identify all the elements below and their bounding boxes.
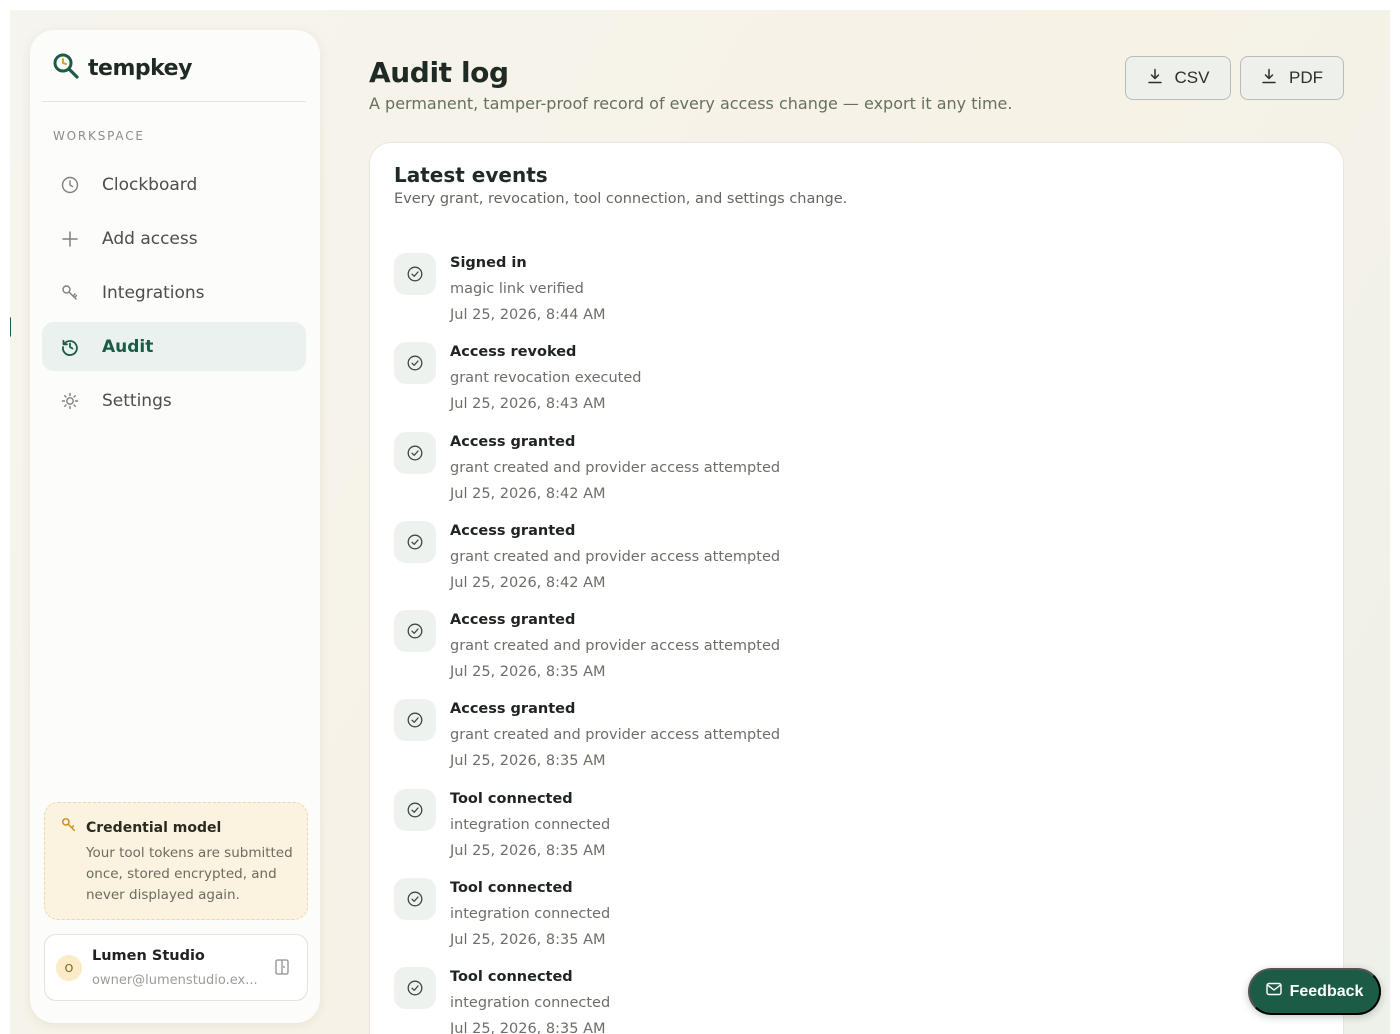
key-icon [61,817,77,837]
event-title: Signed in [450,255,527,271]
list-item: Tool connected integration connected Jul… [394,878,1294,967]
event-title: Access granted [450,612,576,629]
sidebar-item-add-access[interactable]: Add access [42,214,306,263]
check-circle-icon [394,788,436,831]
event-detail: grant created and provider access attemp… [450,459,781,476]
list-item: Access granted grant created and provide… [394,431,1294,521]
event-time: Jul 25, 2026, 8:35 AM [450,932,606,949]
sidebar-item-clockboard[interactable]: Clockboard [42,160,306,209]
feedback-button[interactable]: Feedback [1248,968,1381,1015]
export-pdf-button[interactable]: PDF [1240,56,1344,100]
download-icon [1261,68,1277,89]
check-circle-icon [394,878,436,921]
list-item: Tool connected integration connected Jul… [394,788,1294,878]
account-card[interactable]: O Lumen Studio owner@lumenstudio.ex... [44,934,308,1001]
credential-model-note: Credential model Your tool tokens are su… [44,802,308,920]
plus-icon [60,229,80,249]
list-item: Access granted grant created and provide… [394,520,1294,610]
clock-icon [60,175,80,195]
export-csv-button[interactable]: CSV [1125,56,1231,100]
feedback-label: Feedback [1289,982,1364,1000]
pdf-label: PDF [1289,68,1323,87]
sidebar-item-label: Clockboard [102,174,198,195]
sidebar-item-audit[interactable]: Audit [42,322,306,371]
check-circle-icon [394,699,436,742]
sidebar-item-label: Audit [102,336,154,357]
event-time: Jul 25, 2026, 8:35 AM [450,1021,606,1034]
account-email: owner@lumenstudio.ex... [92,973,258,988]
check-circle-icon [394,431,436,474]
event-detail: grant created and provider access attemp… [450,727,781,744]
events-card: Latest events Every grant, revocation, t… [369,142,1344,1034]
card-subtitle: Every grant, revocation, tool connection… [394,191,848,207]
event-title: Access granted [450,433,576,450]
event-time: Jul 25, 2026, 8:42 AM [450,485,606,502]
check-circle-icon [394,520,436,563]
check-circle-icon [394,967,436,1010]
event-title: Access revoked [450,344,577,361]
card-title: Latest events [394,163,548,187]
event-title: Tool connected [450,969,573,986]
sidebar-item-label: Add access [102,228,198,249]
check-circle-icon [394,610,436,653]
list-item: Access granted grant created and provide… [394,699,1294,788]
event-detail: integration connected [450,906,611,923]
page-title: Audit log [369,56,509,89]
event-detail: integration connected [450,995,611,1012]
sidebar-nav: Clockboard Add access Integrations Audit [42,160,306,430]
list-item: Signed in magic link verified Jul 25, 20… [394,253,1294,342]
avatar: O [56,955,82,981]
download-icon [1147,68,1163,89]
sun-icon [60,391,80,411]
app-frame: tempkey WORKSPACE Clockboard Add access [10,10,1390,1034]
sidebar-item-label: Settings [102,390,172,411]
list-item: Tool connected integration connected Jul… [394,967,1294,1034]
event-time: Jul 25, 2026, 8:35 AM [450,753,606,770]
check-circle-icon [394,253,436,295]
brand-name: tempkey [88,55,192,81]
event-time: Jul 25, 2026, 8:43 AM [450,396,606,413]
credential-text: Your tool tokens are submitted once, sto… [86,845,293,903]
credential-title: Credential model [86,820,222,836]
event-title: Tool connected [450,790,573,807]
event-list: Signed in magic link verified Jul 25, 20… [394,253,1294,1034]
csv-label: CSV [1174,68,1210,87]
event-time: Jul 25, 2026, 8:44 AM [450,307,606,323]
brand[interactable]: tempkey [52,52,192,84]
event-title: Tool connected [450,880,573,897]
event-time: Jul 25, 2026, 8:42 AM [450,574,606,591]
event-time: Jul 25, 2026, 8:35 AM [450,842,606,859]
mail-icon [1265,982,1282,1001]
event-detail: grant created and provider access attemp… [450,548,781,565]
workspace-label: WORKSPACE [53,129,145,143]
event-detail: integration connected [450,816,611,833]
history-icon [60,337,80,357]
key-icon [60,283,80,303]
event-time: Jul 25, 2026, 8:35 AM [450,664,606,681]
event-title: Access granted [450,522,576,539]
event-detail: magic link verified [450,281,584,297]
list-item: Access revoked grant revocation executed… [394,342,1294,431]
sidebar-item-integrations[interactable]: Integrations [42,268,306,317]
logo-search-icon [52,52,80,84]
sidebar-item-settings[interactable]: Settings [42,376,306,425]
event-detail: grant revocation executed [450,370,642,387]
event-detail: grant created and provider access attemp… [450,638,781,655]
sidebar-item-label: Integrations [102,282,205,303]
list-item: Access granted grant created and provide… [394,610,1294,699]
event-title: Access granted [450,701,576,718]
active-indicator [10,317,11,337]
check-circle-icon [394,342,436,385]
panel-icon[interactable] [275,959,289,979]
sidebar: tempkey WORKSPACE Clockboard Add access [30,30,320,1023]
page-subtitle: A permanent, tamper-proof record of ever… [369,94,1013,113]
account-name: Lumen Studio [92,948,205,964]
divider [42,101,306,102]
